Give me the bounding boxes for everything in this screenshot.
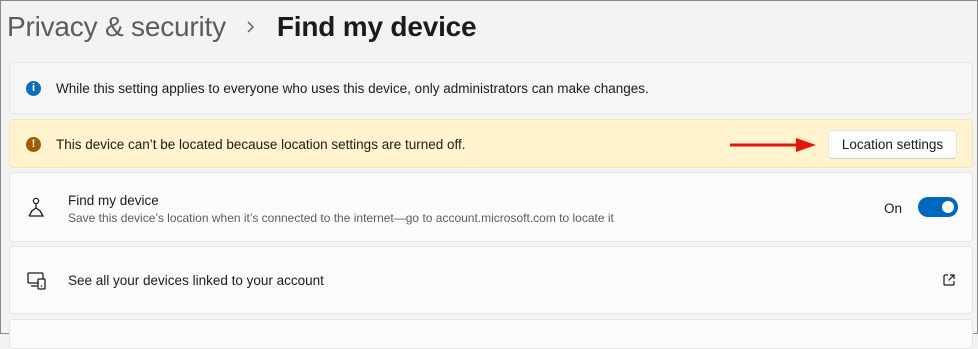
warning-icon: ! [26,137,41,152]
settings-window: Privacy & security Find my device i Whil… [0,0,978,349]
find-my-device-toggle[interactable] [918,197,958,217]
toggle-knob [942,201,954,213]
breadcrumb-parent[interactable]: Privacy & security [7,11,226,43]
find-my-device-row[interactable]: Find my device Save this device’s locati… [9,172,973,242]
info-icon: i [26,81,41,96]
page-title: Find my device [276,11,477,42]
find-my-device-title: Find my device [68,193,159,208]
toggle-state-label: On [884,201,903,216]
warning-bar: ! This device can’t be located because l… [9,119,973,168]
find-my-device-description: Save this device’s location when it’s co… [68,211,614,225]
linked-devices-title: See all your devices linked to your acco… [68,273,324,288]
external-link-icon[interactable] [942,273,956,292]
next-row-partial [9,319,973,349]
linked-devices-row[interactable]: See all your devices linked to your acco… [9,246,973,314]
warning-message: This device can’t be located because loc… [56,137,466,152]
red-arrow-annotation [730,138,816,152]
breadcrumb: Privacy & security Find my device [7,9,477,45]
location-settings-button[interactable]: Location settings [828,130,957,159]
chevron-right-icon [246,20,255,34]
info-message: While this setting applies to everyone w… [56,81,649,96]
find-device-icon [26,197,46,224]
info-bar: i While this setting applies to everyone… [9,62,973,114]
devices-icon [26,271,48,296]
